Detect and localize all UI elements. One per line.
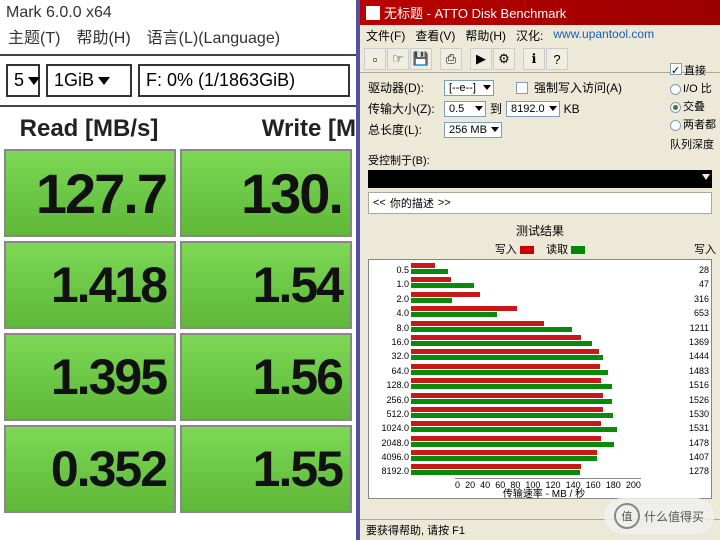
menu-file[interactable]: 文件(F): [366, 27, 405, 44]
menu-view[interactable]: 查看(V): [415, 27, 455, 44]
credit-url[interactable]: www.upantool.com: [553, 27, 654, 44]
controlled-by-label: 受控制于(B):: [368, 152, 712, 168]
chart-right-values: 2847316653121113691444148315161526153015…: [677, 262, 709, 496]
result-row: 127.7 130.: [0, 147, 356, 239]
drive-dropdown[interactable]: F: 0% (1/1863GiB): [138, 64, 350, 97]
total-length-label: 总长度(L):: [368, 121, 440, 138]
atto-window: 无标题 - ATTO Disk Benchmark 文件(F) 查看(V) 帮助…: [360, 0, 720, 540]
to-label: 到: [490, 100, 502, 117]
config-icon[interactable]: ⚙: [493, 48, 515, 70]
start-icon[interactable]: ▶: [470, 48, 492, 70]
queue-depth-label: 队列深度: [670, 136, 716, 152]
read-value: 1.395: [4, 333, 176, 421]
total-length-select[interactable]: 256 MB: [444, 122, 502, 138]
chart-bars: 020406080100120140160180200 传输速率 - MB / …: [411, 262, 677, 496]
chart-legend: 写入 读取 写入: [368, 241, 712, 257]
write-header: Write [M: [178, 115, 356, 143]
controlled-by-dropdown[interactable]: [368, 170, 712, 188]
result-section: 测试结果 写入 读取 写入 0.51.02.04.08.016.032.064.…: [360, 218, 720, 503]
chevron-down-icon: [98, 77, 110, 85]
save-icon[interactable]: 💾: [410, 48, 432, 70]
force-write-checkbox[interactable]: [516, 82, 528, 94]
chevron-down-icon: [28, 77, 40, 85]
status-bar: 要获得帮助, 请按 F1: [360, 519, 720, 540]
transfer-size-label: 传输大小(Z):: [368, 100, 440, 117]
atto-options-panel: ✓直接 I/O 比 交叠 两者都 队列深度: [670, 62, 716, 154]
menu-language[interactable]: 语言(L)(Language): [147, 24, 280, 48]
size-to-select[interactable]: 8192.0: [506, 101, 560, 117]
result-row: 1.418 1.54: [0, 239, 356, 331]
chart-y-labels: 0.51.02.04.08.016.032.064.0128.0256.0512…: [371, 262, 411, 496]
desc-next-button[interactable]: >>: [438, 197, 451, 209]
chart-x-label: 传输速率 - MB / 秒: [411, 485, 677, 500]
titlebar-text: 无标题 - ATTO Disk Benchmark: [384, 3, 566, 22]
kb-label: KB: [564, 102, 580, 116]
write-value: 1.56: [180, 333, 352, 421]
menu-help[interactable]: 帮助(H): [76, 24, 130, 48]
legend-read-label: 读取: [546, 244, 568, 256]
read-value: 1.418: [4, 241, 176, 329]
description-row: << 你的描述 >>: [368, 192, 712, 214]
size-dropdown[interactable]: 1GiB: [46, 64, 132, 97]
atto-chart: 0.51.02.04.08.016.032.064.0128.0256.0512…: [368, 259, 712, 499]
cdm-title: Mark 6.0.0 x64: [0, 0, 356, 22]
count-dropdown[interactable]: 5: [6, 64, 40, 97]
menu-theme[interactable]: 主题(T): [8, 24, 60, 48]
atto-titlebar: 无标题 - ATTO Disk Benchmark: [360, 0, 720, 25]
legend-right-write: 写入: [694, 241, 716, 257]
cdm-headers: Read [MB/s] Write [M: [0, 107, 356, 147]
write-color-swatch: [520, 246, 534, 254]
atto-menu-bar: 文件(F) 查看(V) 帮助(H) 汉化: www.upantool.com: [360, 25, 720, 46]
desc-text[interactable]: 你的描述: [390, 195, 434, 211]
size-from-select[interactable]: 0.5: [444, 101, 486, 117]
legend-write-label: 写入: [495, 244, 517, 256]
io-radio[interactable]: [670, 84, 681, 95]
drive-select[interactable]: [--e--]: [444, 80, 494, 96]
cdm-result-grid: 127.7 130. 1.418 1.54 1.395 1.56 0.352 1…: [0, 147, 356, 515]
read-value: 0.352: [4, 425, 176, 513]
result-title: 测试结果: [368, 222, 712, 239]
help-icon[interactable]: ?: [546, 48, 568, 70]
about-icon[interactable]: ℹ: [523, 48, 545, 70]
app-icon: [366, 6, 380, 20]
force-write-label: 强制写入访问(A): [534, 79, 622, 96]
menu-help[interactable]: 帮助(H): [465, 27, 506, 44]
drive-label: 驱动器(D):: [368, 79, 440, 96]
crystaldiskmark-window: Mark 6.0.0 x64 主题(T) 帮助(H) 语言(L)(Languag…: [0, 0, 360, 540]
new-icon[interactable]: ▫: [364, 48, 386, 70]
both-radio[interactable]: [670, 120, 681, 131]
read-color-swatch: [571, 246, 585, 254]
atto-toolbar: ▫ ☞ 💾 ⎙ ▶ ⚙ ℹ ?: [360, 46, 720, 73]
write-value: 130.: [180, 149, 352, 237]
cdm-dropdowns: 5 1GiB F: 0% (1/1863GiB): [0, 56, 356, 107]
read-header: Read [MB/s]: [0, 115, 178, 143]
write-value: 1.54: [180, 241, 352, 329]
desc-prev-button[interactable]: <<: [373, 197, 386, 209]
result-row: 1.395 1.56: [0, 331, 356, 423]
menu-cn-label: 汉化:: [516, 27, 543, 44]
write-value: 1.55: [180, 425, 352, 513]
print-icon[interactable]: ⎙: [440, 48, 462, 70]
direct-io-checkbox[interactable]: ✓: [670, 63, 682, 75]
atto-form: 驱动器(D): [--e--] 强制写入访问(A) 传输大小(Z): 0.5 到…: [360, 73, 720, 148]
read-value: 127.7: [4, 149, 176, 237]
controlled-by-section: 受控制于(B): << 你的描述 >>: [360, 148, 720, 218]
overlap-radio[interactable]: [670, 102, 681, 113]
cdm-menu-bar: 主题(T) 帮助(H) 语言(L)(Language): [0, 22, 356, 56]
result-row: 0.352 1.55: [0, 423, 356, 515]
open-icon[interactable]: ☞: [387, 48, 409, 70]
